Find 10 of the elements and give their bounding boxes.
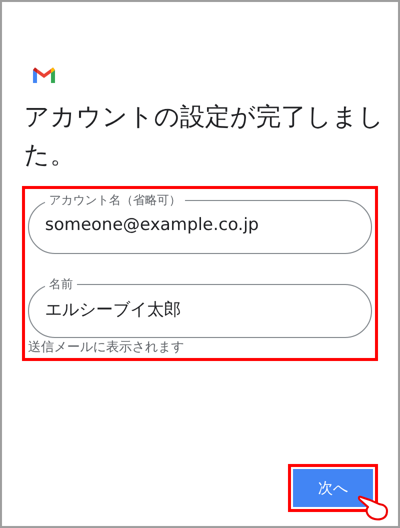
- field-label: 名前: [48, 276, 74, 293]
- text-field[interactable]: 名前 エルシーブイ太郎: [28, 276, 372, 338]
- next-button[interactable]: 次へ: [293, 469, 373, 507]
- text-field[interactable]: アカウント名（省略可） someone@example.co.jp: [28, 192, 372, 254]
- helper-text: 送信メールに表示されます: [28, 340, 185, 356]
- text-input[interactable]: someone@example.co.jp: [45, 209, 355, 235]
- page-title: アカウントの設定が完了しました。: [24, 101, 384, 171]
- mail-logo-icon: [32, 66, 56, 84]
- text-input[interactable]: エルシーブイ太郎: [45, 293, 355, 319]
- field-label: アカウント名（省略可）: [48, 192, 182, 209]
